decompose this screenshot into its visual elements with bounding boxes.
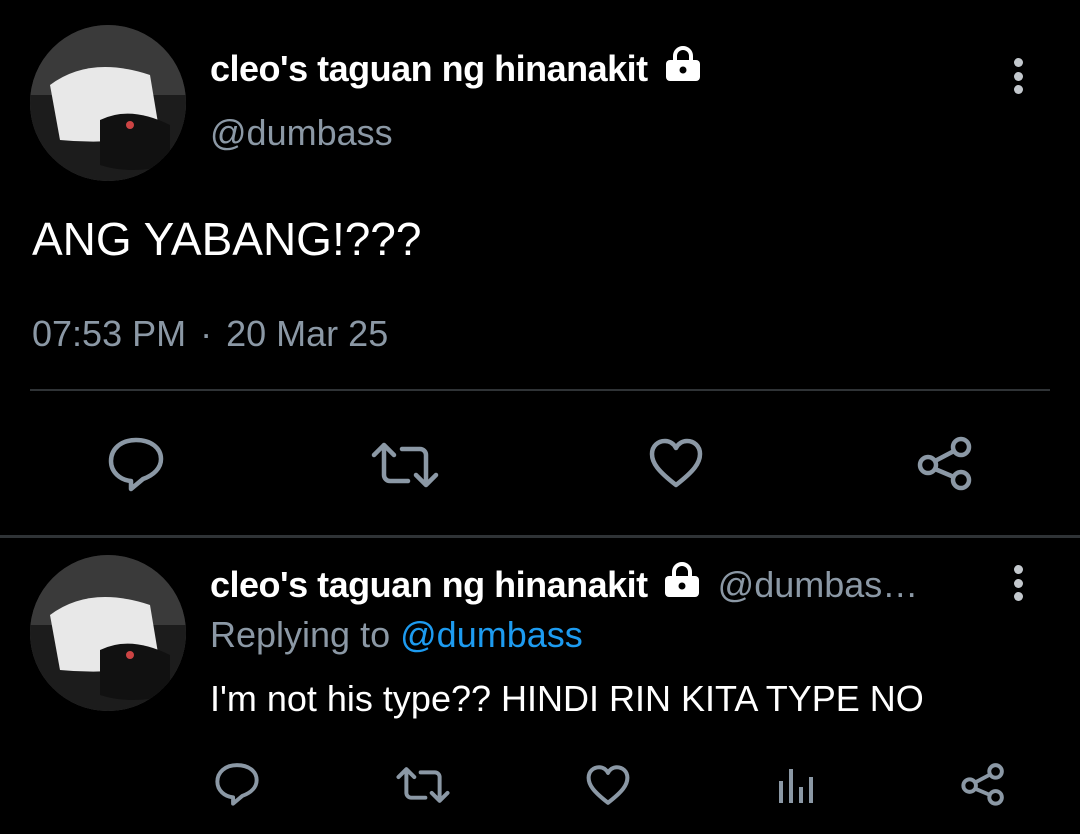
lock-icon — [662, 562, 702, 607]
tweet-timestamp: 07:53 PM · 20 Mar 25 — [32, 313, 388, 355]
retweet-icon[interactable] — [395, 766, 451, 804]
more-vertical-icon[interactable] — [1012, 58, 1024, 94]
avatar[interactable] — [30, 555, 186, 711]
avatar[interactable] — [30, 25, 186, 181]
share-icon[interactable] — [916, 435, 974, 491]
tweet-text: ANG YABANG!??? — [32, 213, 422, 265]
tweet-date: 20 Mar 25 — [226, 313, 389, 354]
reply-icon[interactable] — [214, 762, 260, 806]
reply-icon[interactable] — [107, 436, 165, 492]
replying-to-handle-link[interactable]: @dumbass — [400, 614, 583, 655]
retweet-icon[interactable] — [370, 441, 440, 489]
separator: · — [200, 313, 213, 354]
lock-icon — [663, 46, 703, 91]
display-name[interactable]: cleo's taguan ng hinanakit — [210, 564, 648, 605]
heart-icon[interactable] — [585, 764, 631, 806]
more-vertical-icon[interactable] — [1012, 565, 1024, 601]
tweet-time: 07:53 PM — [32, 313, 187, 354]
replying-to: Replying to @dumbass — [210, 614, 583, 656]
handle[interactable]: @dumbass — [210, 112, 393, 154]
heart-icon[interactable] — [648, 437, 704, 489]
divider — [30, 389, 1050, 391]
replying-to-label: Replying to — [210, 614, 391, 655]
analytics-icon[interactable] — [776, 765, 816, 805]
display-name[interactable]: cleo's taguan ng hinanakit — [210, 46, 703, 91]
reply-text: I'm not his type?? HINDI RIN KITA TYPE N… — [210, 678, 924, 719]
handle[interactable]: @dumbas… — [718, 564, 919, 605]
reply-header: cleo's taguan ng hinanakit @dumbas… — [210, 562, 919, 607]
divider — [0, 535, 1080, 538]
share-icon[interactable] — [960, 762, 1006, 806]
